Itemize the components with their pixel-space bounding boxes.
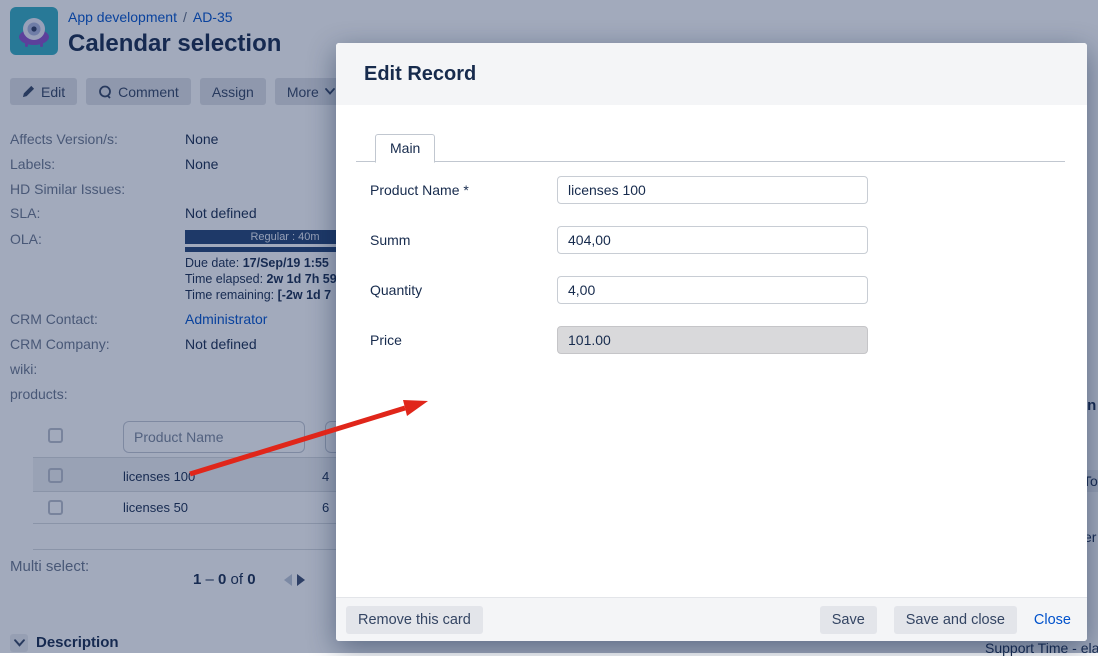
dialog-title: Edit Record: [364, 63, 476, 86]
summ-label: Summ: [370, 232, 410, 248]
tab-main[interactable]: Main: [375, 134, 435, 163]
summ-input[interactable]: [557, 226, 868, 254]
quantity-input[interactable]: [557, 276, 868, 304]
save-button[interactable]: Save: [820, 606, 877, 634]
dialog-header: Edit Record: [336, 43, 1087, 105]
close-link[interactable]: Close: [1034, 612, 1071, 628]
quantity-label: Quantity: [370, 282, 422, 298]
product-name-label: Product Name *: [370, 182, 469, 198]
product-name-input[interactable]: [557, 176, 868, 204]
dialog-footer: Remove this card Save Save and close Clo…: [336, 597, 1087, 641]
dialog-tab-bar: Main: [356, 133, 1065, 162]
edit-record-dialog: Edit Record Main Product Name * Summ Qua…: [336, 43, 1087, 641]
save-and-close-button[interactable]: Save and close: [894, 606, 1017, 634]
price-label: Price: [370, 332, 402, 348]
price-input: [557, 326, 868, 354]
remove-card-button[interactable]: Remove this card: [346, 606, 483, 634]
